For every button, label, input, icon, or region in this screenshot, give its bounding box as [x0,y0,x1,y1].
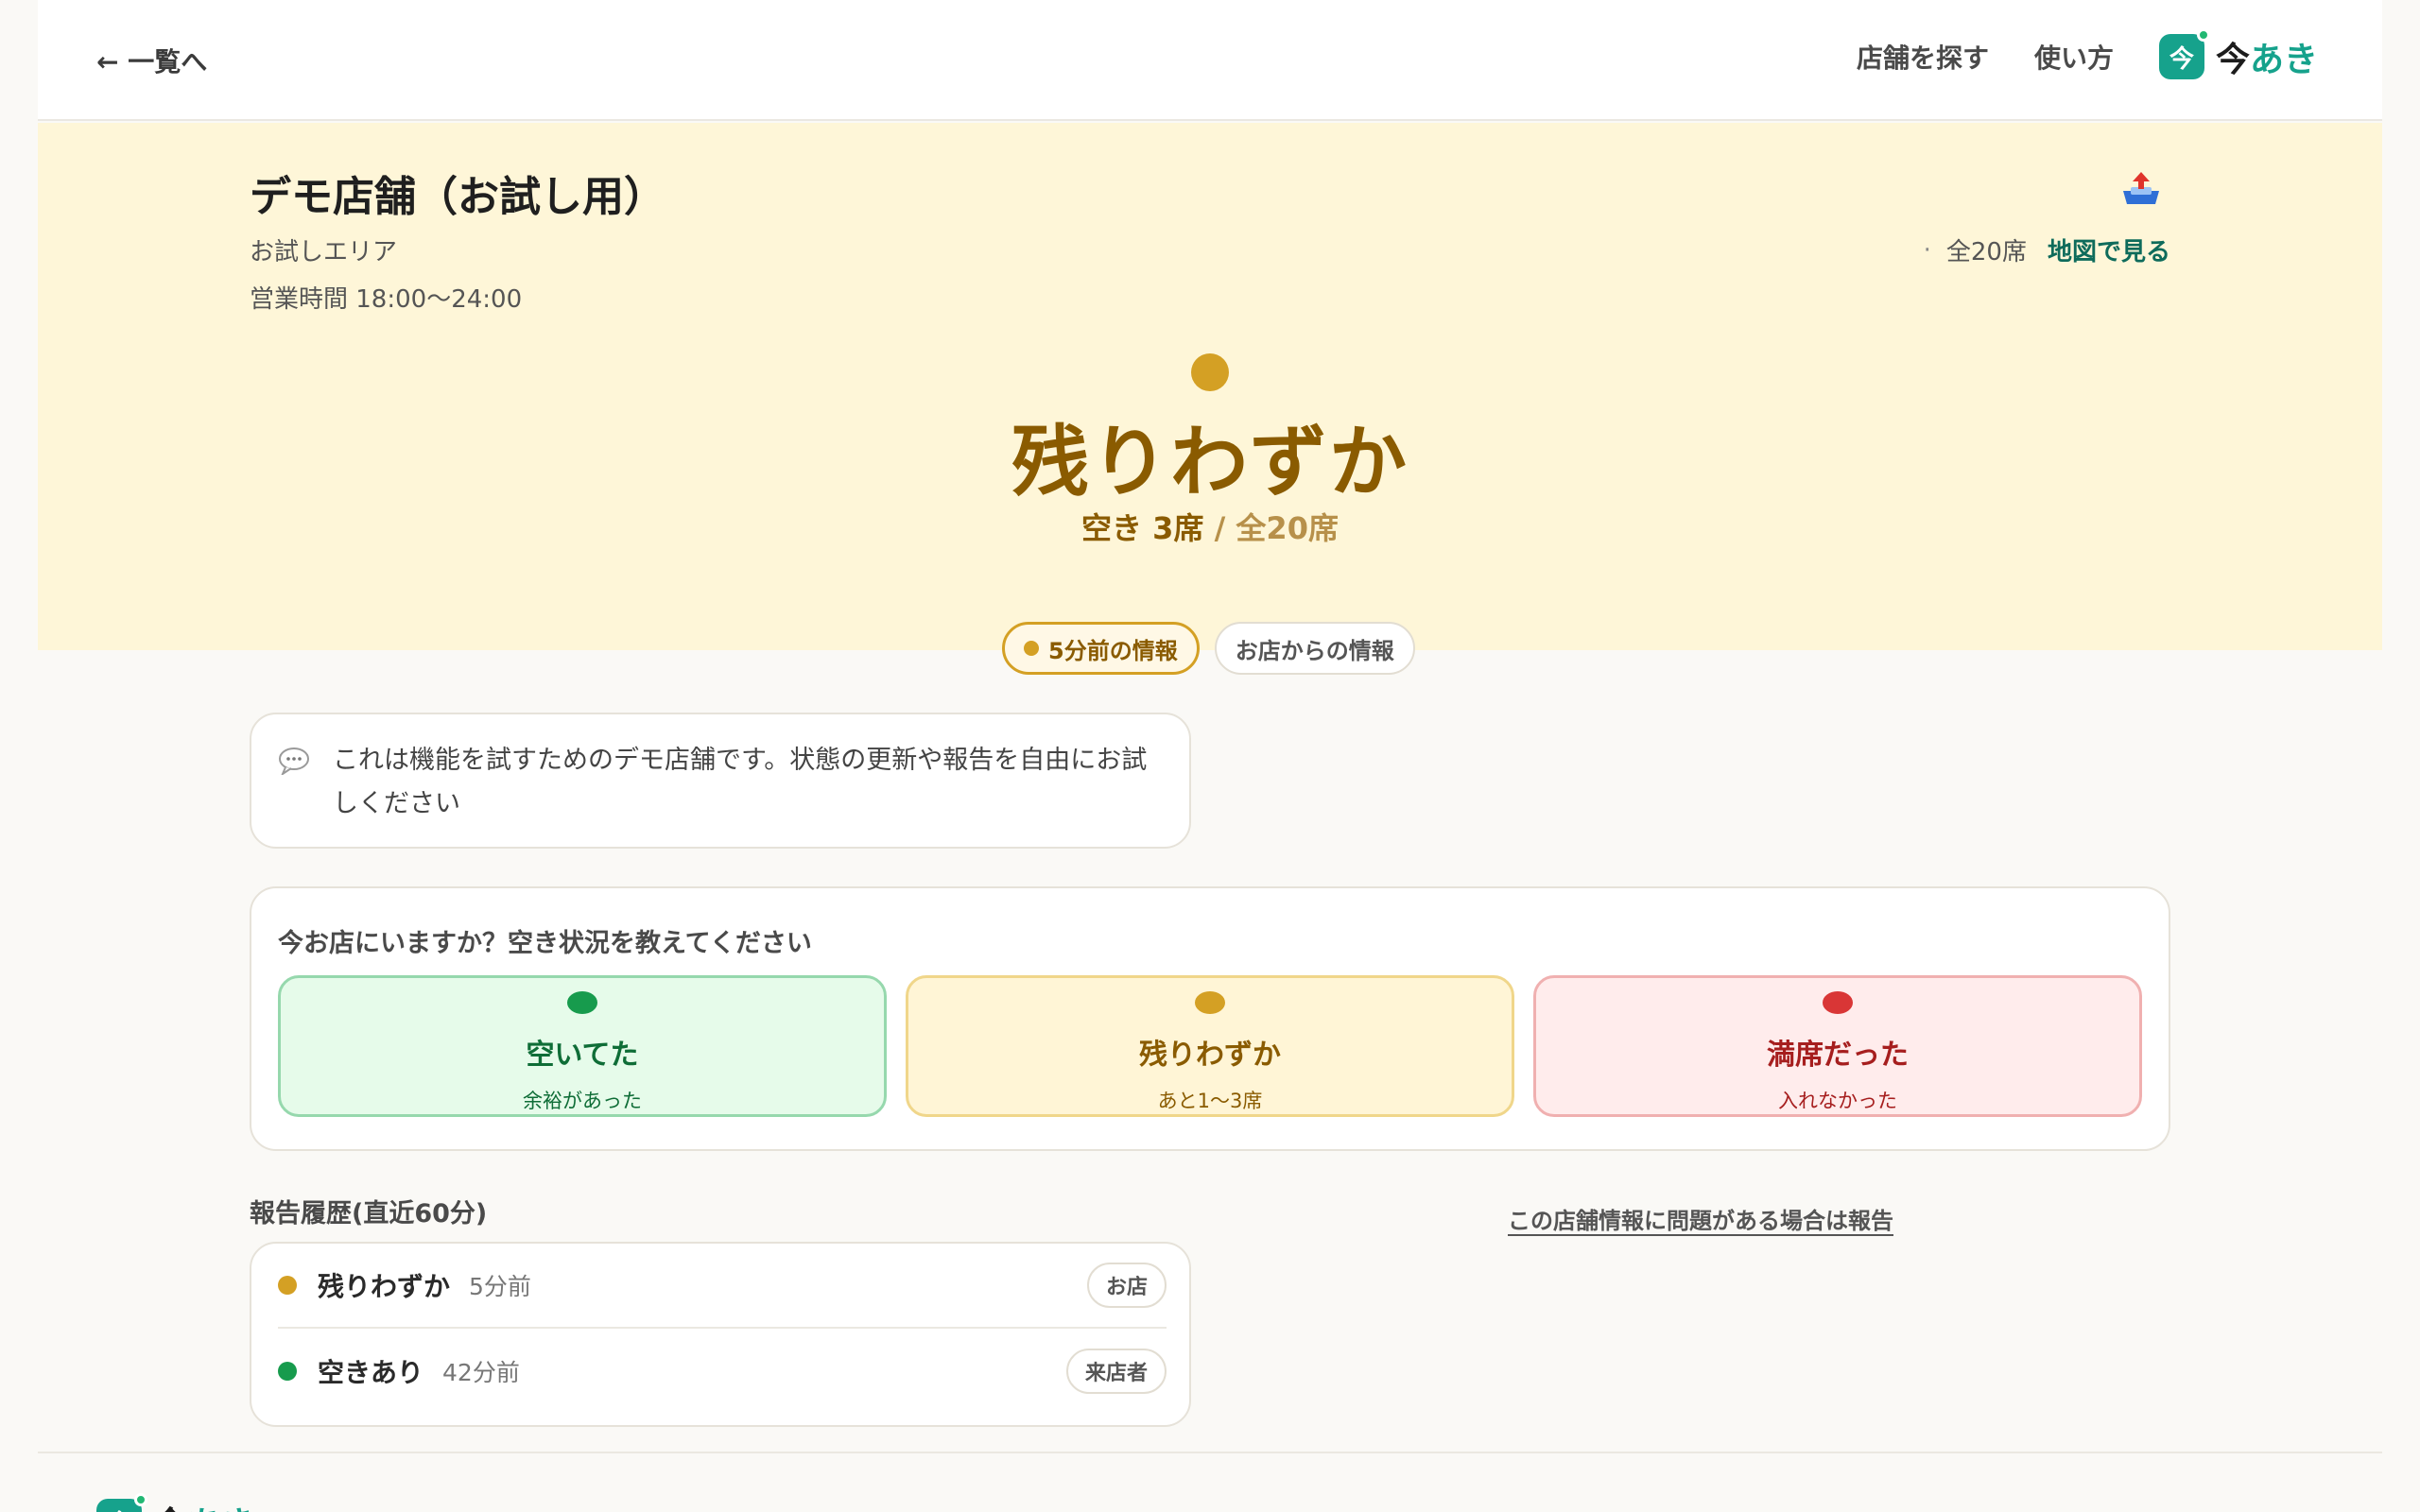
store-hero: デモ店舗（お試し用） お試しエリア 営業時間 18:00〜24:00 · 全20… [38,123,2382,650]
footer-logo-text-b: あき [187,1505,255,1512]
few-left-label: 残りわずか [1139,1039,1281,1072]
report-problem-link[interactable]: この店舗情報に問題がある場合は報告 [1508,1202,1893,1235]
report-few-left-button[interactable]: 残りわずか あと1〜3席 [906,975,1514,1117]
nav-how-to-use[interactable]: 使い方 [2034,38,2114,76]
footer-logo-dot [134,1493,147,1506]
report-history: 残りわずか 5分前 お店 空きあり 42分前 来店者 [250,1242,1191,1427]
store-name: デモ店舗（お試し用） [250,173,666,221]
full-dot [1823,991,1853,1014]
share-icon[interactable] [2118,168,2165,210]
store-area: お試しエリア [250,238,398,266]
open-dot [567,991,597,1014]
footer-logo-icon: 今 [96,1493,147,1512]
availability-report: 今お店にいますか？空き状況を教えてください 空いてた 余裕があった 残りわずか … [250,886,2170,1151]
logo-text: 今あき [2216,32,2318,81]
back-label: ← 一覧へ [96,46,208,77]
history-title: 報告履歴(直近60分) [250,1199,488,1228]
list-item: 空きあり 42分前 来店者 [278,1329,1167,1414]
view-map-link[interactable]: 地図で見る [2048,232,2170,267]
footer-divider [38,1452,2382,1453]
history-source-badge: お店 [1086,1263,1167,1308]
history-status-dot [278,1362,297,1381]
open-label: 空いてた [526,1039,639,1072]
freshness-dot [1024,641,1039,656]
history-time: 42分前 [442,1359,520,1386]
store-hours: 営業時間 18:00〜24:00 [250,285,523,314]
full-label: 満席だった [1767,1039,1909,1072]
history-status: 残りわずか [318,1271,451,1302]
report-question: 今お店にいますか？空き状況を教えてください [278,929,812,958]
full-sub: 入れなかった [1778,1090,1897,1112]
few-left-sub: あと1〜3席 [1157,1090,1263,1112]
history-source-badge: 来店者 [1065,1349,1167,1394]
top-bar: ← 一覧へ 店舗を探す 使い方 今 今あき [38,0,2382,121]
speech-bubble-icon [279,747,309,775]
meta-separator: · [1923,235,1931,265]
list-item: 残りわずか 5分前 お店 [278,1244,1167,1329]
few-left-dot [1195,991,1225,1014]
footer-logo-text: 今あき [153,1497,255,1512]
logo[interactable]: 今 今あき [2158,28,2318,81]
top-nav: 店舗を探す 使い方 今 今あき [1857,28,2318,85]
logo-dot [2196,28,2210,42]
status-indicator-dot [1191,353,1229,391]
logo-mark-text: 今 [2169,44,2194,74]
total-seats: 全20席 [1945,238,2027,266]
history-time: 5分前 [469,1273,531,1300]
vacant-seats: 空き 3席 [1081,510,1204,546]
freshness-label: 5分前の情報 [1048,637,1178,664]
source-label: お店からの情報 [1235,637,1394,664]
total-seats-fraction: / 全20席 [1214,510,1339,546]
logo-text-b: あき [2249,41,2318,79]
footer-logo-text-a: 今 [153,1505,187,1512]
history-status-dot [278,1276,297,1295]
demo-note-text: これは機能を試すためのデモ店舗です。状態の更新や報告を自由にお試しください [333,746,1148,818]
report-full-button[interactable]: 満席だった 入れなかった [1533,975,2142,1117]
store-meta: · 全20席 地図で見る [1924,232,2170,267]
footer-logo[interactable]: 今 今あき [96,1493,255,1512]
nav-find-stores[interactable]: 店舗を探す [1857,38,1989,76]
logo-text-a: 今 [2215,41,2250,79]
seat-availability: 空き 3席 / 全20席 [38,505,2382,548]
report-open-button[interactable]: 空いてた 余裕があった [278,975,887,1117]
demo-note: これは機能を試すためのデモ店舗です。状態の更新や報告を自由にお試しください [250,713,1191,849]
back-to-list-link[interactable]: ← 一覧へ [96,42,207,79]
freshness-badge: 5分前の情報 [1002,622,1200,675]
history-status: 空きあり [318,1357,424,1388]
page: ← 一覧へ 店舗を探す 使い方 今 今あき デモ店舗（お試し用） お試しエリア … [38,0,2382,1512]
footer-logo-mark-text: 今 [107,1504,131,1512]
status-label: 残りわずか [1011,418,1409,507]
open-sub: 余裕があった [523,1090,642,1112]
logo-icon: 今 [2158,28,2210,79]
info-pills: 5分前の情報 お店からの情報 [1002,622,1415,675]
source-badge: お店からの情報 [1214,622,1415,675]
